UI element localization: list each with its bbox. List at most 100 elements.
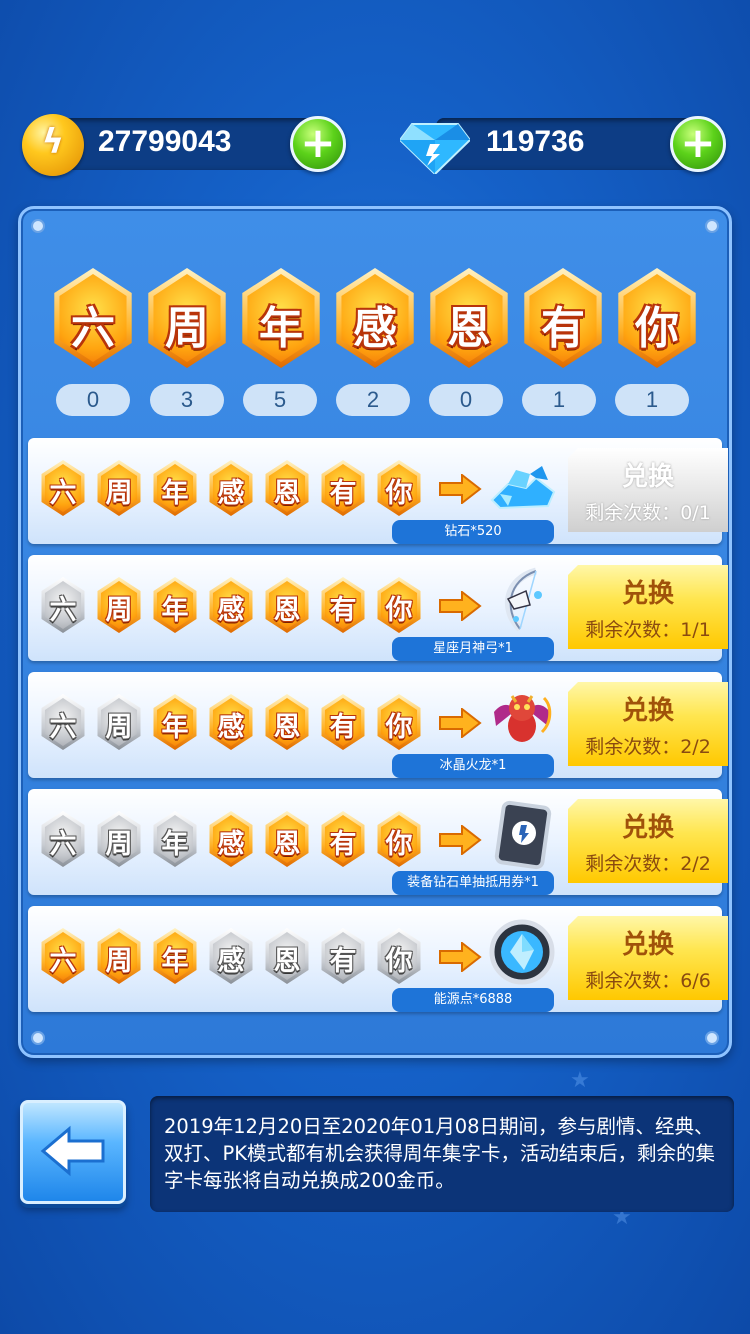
required-char-hex: 六	[41, 460, 85, 516]
back-button[interactable]	[20, 1100, 126, 1204]
exchange-button-label: 兑换	[621, 579, 674, 609]
required-char-hex: 周	[97, 577, 141, 633]
required-char: 你	[385, 478, 413, 509]
required-char: 六	[49, 478, 77, 509]
required-char-hex: 你	[377, 577, 421, 633]
exchange-row: 六周年感恩有你装备钻石单抽抵用券*1 兑换 剩余次数：2/2	[28, 789, 728, 895]
exchange-row: 六周年感恩有你冰晶火龙*1 兑换 剩余次数：2/2	[28, 672, 728, 778]
title-char: 有	[541, 303, 585, 354]
required-char-hex: 有	[321, 928, 365, 984]
required-char-hex: 感	[209, 694, 253, 750]
title-char: 周	[165, 303, 209, 354]
required-char: 感	[217, 595, 245, 626]
exchange-button[interactable]: 兑换剩余次数：2/2	[568, 682, 728, 766]
required-char: 恩	[273, 712, 301, 743]
required-char-hex: 有	[321, 460, 365, 516]
required-char-hex: 你	[377, 694, 421, 750]
required-char: 周	[105, 946, 133, 977]
required-char-hex: 周	[97, 694, 141, 750]
background-star-icon: ★	[570, 1068, 590, 1093]
required-char: 周	[105, 712, 133, 743]
card-count-pill: 5	[243, 384, 317, 416]
required-char: 有	[329, 595, 357, 626]
required-char-hex: 恩	[265, 928, 309, 984]
add-coins-button[interactable]: +	[290, 116, 346, 172]
required-char: 年	[161, 946, 189, 977]
arrow-right-icon	[439, 708, 482, 738]
required-char: 周	[105, 829, 133, 860]
remaining-count: 剩余次数：1/1	[585, 619, 711, 641]
card-count-pill: 1	[522, 384, 596, 416]
reward-label: 能源点*6888	[392, 988, 554, 1012]
required-char-hex: 恩	[265, 694, 309, 750]
exchange-button-label: 兑换	[621, 462, 674, 492]
required-char-hex: 有	[321, 811, 365, 867]
required-char: 感	[217, 478, 245, 509]
exchange-button-label: 兑换	[621, 930, 674, 960]
required-char: 年	[161, 712, 189, 743]
exchange-row: 六周年感恩有你能源点*6888 兑换剩余次数：6/6	[28, 906, 728, 1012]
remaining-count: 剩余次数：2/2	[585, 736, 711, 758]
required-char-hex: 六	[41, 577, 85, 633]
required-char-hex: 感	[209, 928, 253, 984]
required-char: 年	[161, 829, 189, 860]
exchange-row: 六周年感恩有你星座月神弓*1 兑换剩余次数：1/1	[28, 555, 728, 661]
required-char-hex: 六	[41, 694, 85, 750]
required-char: 你	[385, 946, 413, 977]
coin-amount: 27799043	[98, 125, 232, 158]
required-char: 有	[329, 478, 357, 509]
reward-label: 星座月神弓*1	[392, 637, 554, 661]
required-char: 恩	[273, 478, 301, 509]
diamond-amount: 119736	[486, 125, 585, 158]
exchange-button-label: 兑换	[621, 813, 674, 843]
required-char: 周	[105, 478, 133, 509]
required-char-hex: 你	[377, 928, 421, 984]
required-char-hex: 感	[209, 577, 253, 633]
card-count-pill: 3	[150, 384, 224, 416]
required-char-hex: 年	[153, 577, 197, 633]
title-char: 六	[71, 303, 115, 354]
required-char: 感	[217, 946, 245, 977]
add-diamonds-button[interactable]: +	[670, 116, 726, 172]
reward-label: 装备钻石单抽抵用券*1	[392, 871, 554, 895]
arrow-right-icon	[439, 591, 482, 621]
required-char: 六	[49, 946, 77, 977]
required-char-hex: 年	[153, 460, 197, 516]
card-count-pill: 1	[615, 384, 689, 416]
arrow-right-icon	[439, 825, 482, 855]
screw-decoration	[31, 1031, 45, 1045]
exchange-button[interactable]: 兑换剩余次数：1/1	[568, 565, 728, 649]
required-char: 六	[49, 712, 77, 743]
title-char: 你	[635, 303, 679, 354]
required-char-hex: 恩	[265, 577, 309, 633]
required-char-hex: 感	[209, 460, 253, 516]
required-char: 感	[217, 712, 245, 743]
remaining-count: 剩余次数：2/2	[585, 853, 711, 875]
reward-label: 钻石*520	[392, 520, 554, 544]
exchange-button[interactable]: 兑换 剩余次数：0/1	[568, 448, 728, 532]
screw-decoration	[31, 219, 45, 233]
required-char: 感	[217, 829, 245, 860]
required-char: 年	[161, 478, 189, 509]
required-char: 六	[49, 595, 77, 626]
required-char-hex: 恩	[265, 460, 309, 516]
required-char-hex: 有	[321, 694, 365, 750]
required-char: 你	[385, 712, 413, 743]
exchange-button[interactable]: 兑换剩余次数：6/6	[568, 916, 728, 1000]
required-char: 恩	[273, 946, 301, 977]
required-char: 六	[49, 829, 77, 860]
required-char: 有	[329, 712, 357, 743]
arrow-right-icon	[439, 942, 482, 972]
back-arrow-icon	[40, 1125, 105, 1177]
exchange-button-label: 兑换	[621, 696, 674, 726]
required-char: 你	[385, 595, 413, 626]
required-char-hex: 周	[97, 928, 141, 984]
card-count-pill: 0	[429, 384, 503, 416]
diamond-balance: 119736 +	[400, 114, 730, 174]
coin-balance: ϟ 27799043 +	[22, 114, 352, 176]
remaining-count: 剩余次数：6/6	[585, 970, 711, 992]
required-char-hex: 你	[377, 811, 421, 867]
required-char-hex: 感	[209, 811, 253, 867]
screw-decoration	[705, 219, 719, 233]
exchange-button[interactable]: 兑换剩余次数：2/2	[568, 799, 728, 883]
